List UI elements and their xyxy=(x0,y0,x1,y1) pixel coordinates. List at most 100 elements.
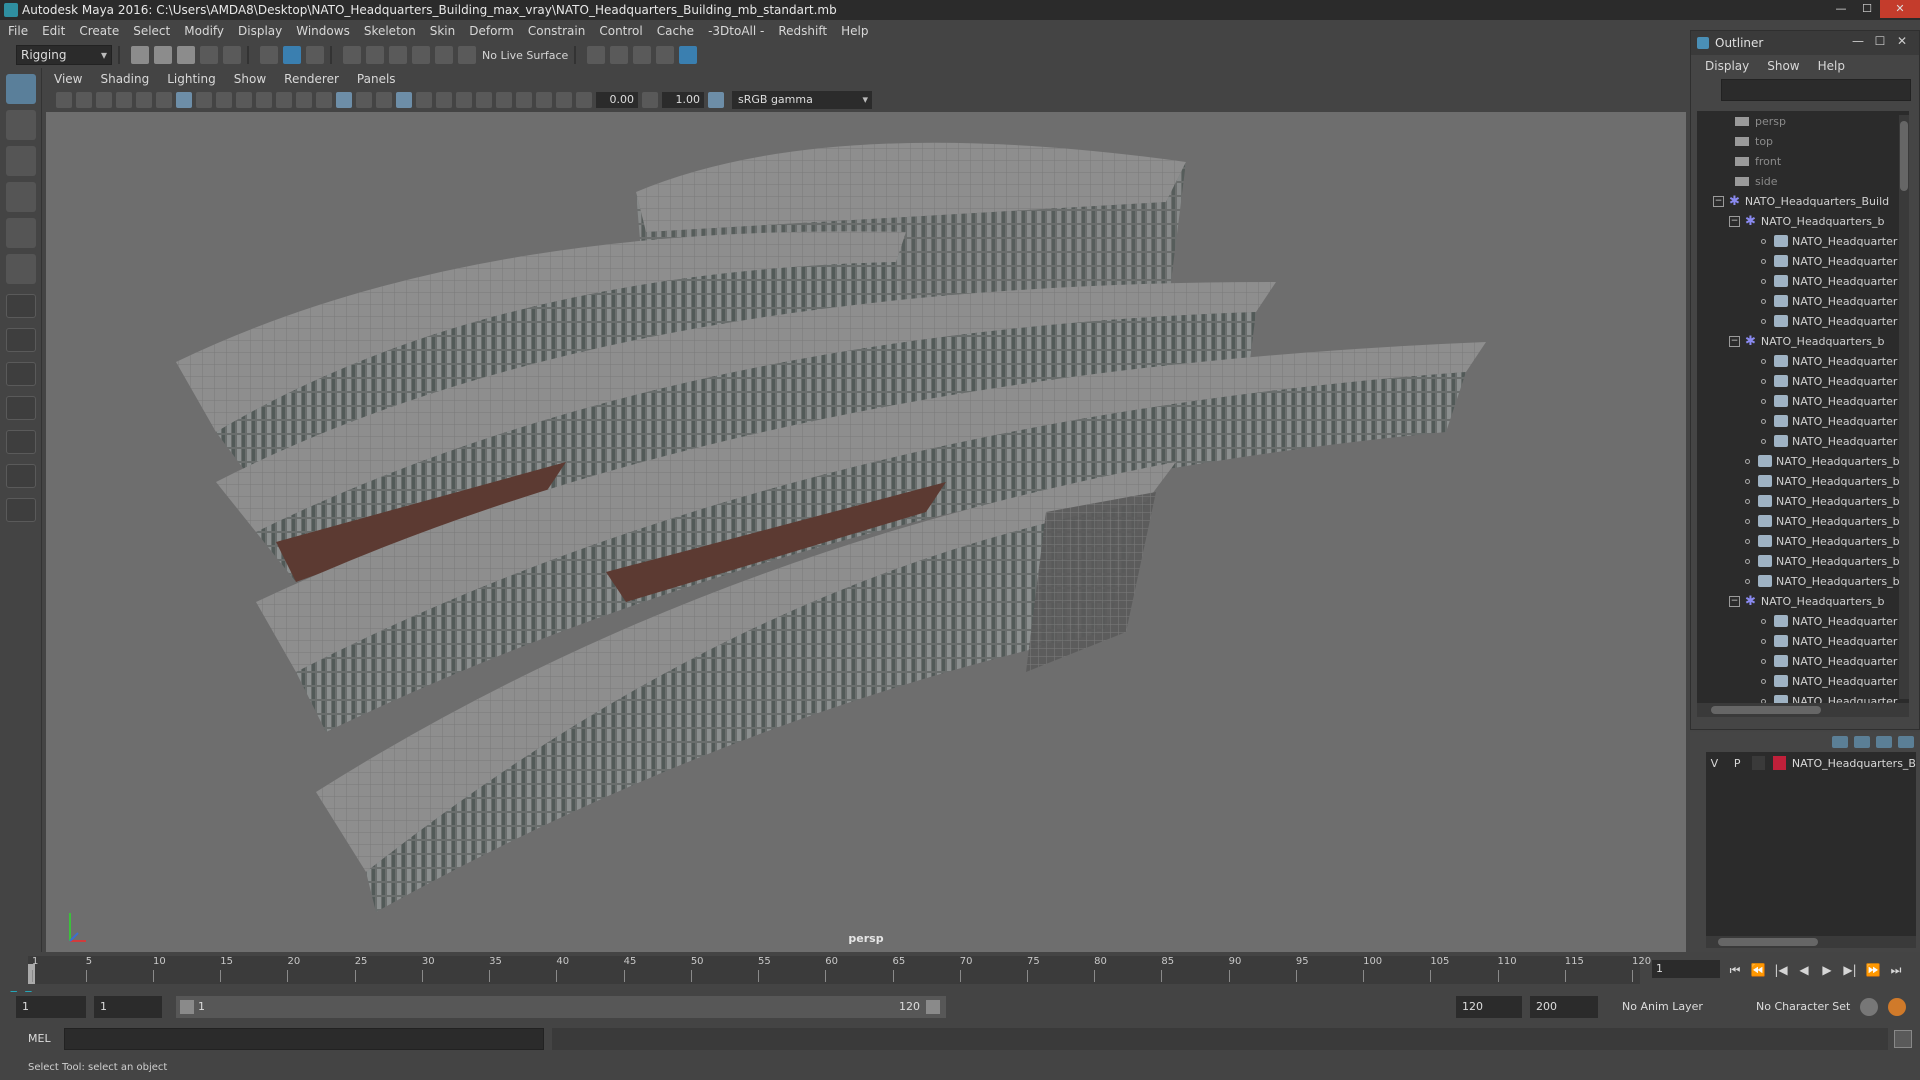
smooth-shade-icon[interactable] xyxy=(336,92,352,108)
command-language-label[interactable]: MEL xyxy=(28,1030,51,1048)
grease-pencil-icon[interactable] xyxy=(156,92,172,108)
range-start-handle[interactable] xyxy=(180,1000,194,1014)
four-view-layout-icon[interactable] xyxy=(6,328,36,352)
outliner-item[interactable]: NATO_Headquarters_b xyxy=(1697,551,1909,571)
menu-cache[interactable]: Cache xyxy=(657,24,694,38)
menu-control[interactable]: Control xyxy=(599,24,642,38)
shadows-icon[interactable] xyxy=(436,92,452,108)
panel-menu-renderer[interactable]: Renderer xyxy=(284,72,339,86)
snap-view-icon[interactable] xyxy=(412,46,430,64)
panel-menu-panels[interactable]: Panels xyxy=(357,72,396,86)
image-plane-icon[interactable] xyxy=(116,92,132,108)
animation-preferences-icon[interactable] xyxy=(1888,998,1906,1016)
menu-create[interactable]: Create xyxy=(79,24,119,38)
gamma-field[interactable]: 1.00 xyxy=(662,92,704,108)
hypershade-icon[interactable] xyxy=(679,46,698,64)
outliner-item[interactable]: persp xyxy=(1697,111,1909,131)
expand-toggle-icon[interactable]: − xyxy=(1729,335,1740,347)
undo-icon[interactable] xyxy=(200,46,218,64)
outliner-item[interactable]: − ✱ NATO_Headquarters_b xyxy=(1697,591,1909,611)
outliner-item[interactable]: NATO_Headquarter xyxy=(1697,291,1909,311)
outliner-item[interactable]: NATO_Headquarter xyxy=(1697,671,1909,691)
expand-toggle-icon[interactable]: − xyxy=(1729,595,1740,607)
outliner-menu-display[interactable]: Display xyxy=(1705,59,1749,73)
make-live-icon[interactable] xyxy=(458,46,476,64)
outliner-item[interactable]: − ✱ NATO_Headquarters_Build xyxy=(1697,191,1909,211)
expand-toggle-icon[interactable]: − xyxy=(1729,215,1740,227)
outliner-vertical-scrollbar[interactable] xyxy=(1899,115,1909,699)
anti-aliasing-icon[interactable] xyxy=(496,92,512,108)
outliner-item[interactable]: NATO_Headquarter xyxy=(1697,431,1909,451)
auto-key-icon[interactable] xyxy=(1860,998,1878,1016)
outliner-menu-show[interactable]: Show xyxy=(1767,59,1799,73)
play-forwards-icon[interactable]: ▶ xyxy=(1818,962,1836,978)
panel-menu-shading[interactable]: Shading xyxy=(100,72,149,86)
menu-modify[interactable]: Modify xyxy=(184,24,224,38)
exposure-icon[interactable] xyxy=(576,92,592,108)
outliner-item[interactable]: NATO_Headquarter xyxy=(1697,691,1909,703)
animation-start-field[interactable]: 1 xyxy=(16,996,86,1018)
redo-icon[interactable] xyxy=(223,46,241,64)
outliner-item[interactable]: NATO_Headquarter xyxy=(1697,411,1909,431)
default-material-icon[interactable] xyxy=(356,92,372,108)
animation-end-field[interactable]: 200 xyxy=(1530,996,1598,1018)
select-tool-icon[interactable] xyxy=(6,74,36,104)
menu-edit[interactable]: Edit xyxy=(42,24,65,38)
layer-color-swatch[interactable] xyxy=(1772,756,1786,770)
outliner-item[interactable]: side xyxy=(1697,171,1909,191)
viewport-persp[interactable]: persp xyxy=(46,112,1686,952)
film-gate-icon[interactable] xyxy=(196,92,212,108)
color-management-icon[interactable] xyxy=(708,92,724,108)
new-layer-icon[interactable] xyxy=(1876,736,1892,748)
two-view-layout-icon[interactable] xyxy=(6,362,36,386)
persp-layout-icon[interactable] xyxy=(6,464,36,488)
time-ruler[interactable]: 1 5 10 15 20 25 30 35 40 45 50 55 60 65 70 75 80 85 90 95 10… xyxy=(28,956,1651,984)
panel-menu-view[interactable]: View xyxy=(54,72,82,86)
playback-start-field[interactable]: 1 xyxy=(94,996,162,1018)
outliner-item[interactable]: NATO_Headquarter xyxy=(1697,651,1909,671)
outliner-item[interactable]: NATO_Headquarter xyxy=(1697,611,1909,631)
command-input[interactable] xyxy=(64,1028,544,1050)
graph-layout-icon[interactable] xyxy=(6,430,36,454)
bookmark-icon[interactable] xyxy=(96,92,112,108)
exposure-field[interactable]: 0.00 xyxy=(596,92,638,108)
menu-skin[interactable]: Skin xyxy=(430,24,456,38)
use-all-lights-icon[interactable] xyxy=(416,92,432,108)
gamma-icon[interactable] xyxy=(642,92,658,108)
layer-horizontal-scrollbar[interactable] xyxy=(1706,936,1916,948)
minimize-icon[interactable]: — xyxy=(1828,0,1854,18)
step-forward-frame-icon[interactable]: ▶| xyxy=(1841,962,1859,978)
outliner-item[interactable]: NATO_Headquarter xyxy=(1697,351,1909,371)
outliner-item[interactable]: NATO_Headquarter xyxy=(1697,251,1909,271)
outliner-menu-help[interactable]: Help xyxy=(1818,59,1845,73)
scale-tool-icon[interactable] xyxy=(6,254,36,284)
new-scene-icon[interactable] xyxy=(131,46,149,64)
outliner-item[interactable]: NATO_Headquarters_b xyxy=(1697,491,1909,511)
panel-menu-lighting[interactable]: Lighting xyxy=(167,72,216,86)
select-hierarchy-icon[interactable] xyxy=(260,46,278,64)
menu-skeleton[interactable]: Skeleton xyxy=(364,24,416,38)
screen-space-ao-icon[interactable] xyxy=(456,92,472,108)
menu-select[interactable]: Select xyxy=(133,24,170,38)
character-set-dropdown[interactable]: No Character Set xyxy=(1756,996,1850,1018)
play-backwards-icon[interactable]: ◀ xyxy=(1795,962,1813,978)
move-tool-icon[interactable] xyxy=(6,182,36,212)
more-layouts-icon[interactable] xyxy=(6,498,36,522)
go-to-end-icon[interactable]: ⏭ xyxy=(1887,962,1905,978)
field-chart-icon[interactable] xyxy=(256,92,272,108)
move-layer-down-icon[interactable] xyxy=(1854,736,1870,748)
open-scene-icon[interactable] xyxy=(154,46,172,64)
outliner-item[interactable]: − ✱ NATO_Headquarters_b xyxy=(1697,211,1909,231)
menu-redshift[interactable]: Redshift xyxy=(778,24,827,38)
close-icon[interactable]: ✕ xyxy=(1891,34,1913,48)
anim-layer-dropdown[interactable]: No Anim Layer xyxy=(1622,996,1703,1018)
save-scene-icon[interactable] xyxy=(177,46,195,64)
layer-visibility-toggle[interactable]: V xyxy=(1706,757,1723,770)
outliner-item[interactable]: NATO_Headquarters_b xyxy=(1697,511,1909,531)
render-frame-icon[interactable] xyxy=(610,46,629,64)
rotate-tool-icon[interactable] xyxy=(6,218,36,248)
ipr-render-icon[interactable] xyxy=(633,46,652,64)
single-view-layout-icon[interactable] xyxy=(6,294,36,318)
view-transform-dropdown[interactable]: sRGB gamma xyxy=(732,91,872,109)
grid-toggle-icon[interactable] xyxy=(176,92,192,108)
